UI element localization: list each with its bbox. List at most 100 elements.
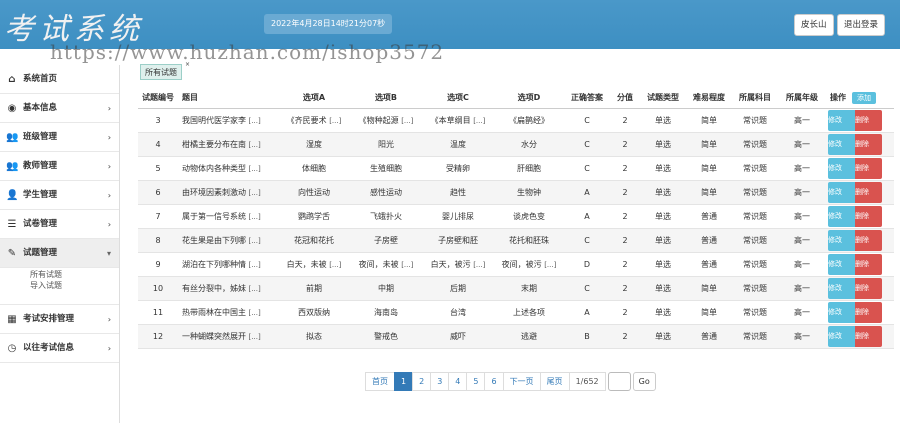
column-header: 选项C: [422, 88, 494, 109]
edit-button[interactable]: 修改: [828, 109, 855, 131]
edit-button[interactable]: 修改: [828, 301, 855, 323]
add-button[interactable]: 添加: [852, 91, 876, 104]
edit-button[interactable]: 修改: [828, 277, 855, 299]
page-button[interactable]: 6: [484, 372, 504, 391]
cell-text: 高一: [794, 283, 810, 293]
page-button[interactable]: 2: [412, 372, 432, 391]
delete-button[interactable]: 删除: [855, 205, 882, 227]
cell-text: 趋性: [450, 187, 466, 197]
last-page-button[interactable]: 尾页: [539, 372, 570, 391]
user-button[interactable]: 皮长山: [794, 14, 834, 36]
go-button[interactable]: Go: [632, 372, 656, 391]
cell-text: 夜间，未被: [358, 259, 399, 269]
edit-button[interactable]: 修改: [828, 229, 855, 251]
expand-link[interactable]: [...]: [249, 141, 261, 149]
edit-button[interactable]: 修改: [828, 205, 855, 227]
sidebar-item[interactable]: 👥 教师管理 ›: [0, 152, 119, 181]
cell-text: 常识题: [743, 115, 767, 125]
expand-link[interactable]: [...]: [249, 333, 261, 341]
expand-link[interactable]: [...]: [249, 237, 261, 245]
sidebar-item[interactable]: ◉ 基本信息 ›: [0, 94, 119, 123]
delete-button[interactable]: 删除: [855, 253, 882, 275]
expand-link[interactable]: [...]: [249, 285, 261, 293]
expand-link[interactable]: [...]: [473, 117, 485, 125]
expand-link[interactable]: [...]: [249, 117, 261, 125]
expand-link[interactable]: [...]: [473, 261, 485, 269]
submenu-item[interactable]: 所有试题: [30, 269, 119, 280]
expand-link[interactable]: [...]: [401, 117, 413, 125]
column-header: 试题类型: [640, 88, 686, 109]
cell-title: 湖泊在下列哪种情 [...]: [178, 252, 278, 277]
cell-text: 警戒色: [374, 331, 398, 341]
page-jump-input[interactable]: [607, 372, 631, 391]
cell-actions: 修改 删除: [826, 108, 894, 133]
sidebar-item[interactable]: ◷ 以往考试信息 ›: [0, 334, 119, 363]
page-button[interactable]: 1: [394, 372, 414, 391]
delete-button[interactable]: 删除: [855, 109, 882, 131]
expand-link[interactable]: [...]: [249, 309, 261, 317]
tab-close-icon[interactable]: ×: [185, 61, 190, 68]
cell-text: 单选: [655, 331, 671, 341]
delete-button[interactable]: 删除: [855, 301, 882, 323]
cell-text: 2: [622, 163, 628, 173]
sidebar-item-label: 系统首页: [23, 74, 58, 84]
column-header: 试题编号: [138, 88, 178, 109]
cell-subject: 常识题: [732, 228, 778, 253]
edit-button[interactable]: 修改: [828, 157, 855, 179]
expand-link[interactable]: [...]: [249, 261, 261, 269]
cell-level: 简单: [686, 132, 732, 157]
cell-text: 高一: [794, 211, 810, 221]
clock-icon: ◷: [7, 343, 17, 354]
delete-button[interactable]: 删除: [855, 181, 882, 203]
home-icon: ⌂: [8, 74, 16, 85]
expand-link[interactable]: [...]: [401, 261, 413, 269]
page-button[interactable]: 5: [466, 372, 486, 391]
page-button[interactable]: 3: [430, 372, 450, 391]
column-header-label: 试题编号: [142, 93, 174, 103]
expand-link[interactable]: [...]: [329, 261, 341, 269]
page-button[interactable]: 4: [448, 372, 468, 391]
edit-button[interactable]: 修改: [828, 133, 855, 155]
edit-button[interactable]: 修改: [828, 325, 855, 347]
delete-button[interactable]: 删除: [855, 133, 882, 155]
cell-level: 简单: [686, 156, 732, 181]
cell-c: 温度: [422, 132, 494, 157]
sidebar-item[interactable]: ✎ 试题管理 ▾: [0, 239, 119, 268]
info-icon: ◉: [7, 103, 17, 114]
expand-link[interactable]: [...]: [544, 261, 556, 269]
delete-button[interactable]: 删除: [855, 325, 882, 347]
edit-button[interactable]: 修改: [828, 253, 855, 275]
expand-link[interactable]: [...]: [249, 213, 261, 221]
submenu-item[interactable]: 导入试题: [30, 280, 119, 291]
cell-text: 单选: [655, 259, 671, 269]
first-page-button[interactable]: 首页: [365, 372, 395, 391]
cell-text: 水分: [521, 139, 537, 149]
sidebar-item[interactable]: ☰ 试卷管理 ›: [0, 210, 119, 239]
expand-link[interactable]: [...]: [249, 189, 261, 197]
delete-button[interactable]: 删除: [855, 157, 882, 179]
delete-button[interactable]: 删除: [855, 277, 882, 299]
sidebar-item[interactable]: 👤 学生管理 ›: [0, 181, 119, 210]
cell-text: 9: [155, 259, 161, 269]
cell-level: 普通: [686, 324, 732, 349]
logout-button[interactable]: 退出登录: [837, 14, 886, 36]
next-page-button[interactable]: 下一页: [502, 372, 541, 391]
cell-text: 白天，被污: [430, 259, 471, 269]
expand-link[interactable]: [...]: [329, 117, 341, 125]
sidebar-item[interactable]: ▦ 考试安排管理 ›: [0, 305, 119, 334]
delete-button[interactable]: 删除: [855, 229, 882, 251]
cell-score: 2: [610, 276, 640, 301]
expand-link[interactable]: [...]: [249, 165, 261, 173]
sidebar-item[interactable]: 👥 班级管理 ›: [0, 123, 119, 152]
cell-text: 高一: [794, 115, 810, 125]
cell-text: 拟态: [306, 331, 322, 341]
cell-title: 热带雨林在中国主 [...]: [178, 300, 278, 325]
tab-all-questions[interactable]: 所有试题: [140, 64, 182, 80]
edit-button[interactable]: 修改: [828, 181, 855, 203]
sidebar-item[interactable]: ⌂ 系统首页: [0, 65, 119, 94]
chevron-right-icon: ›: [107, 162, 111, 171]
cell-text: 子房壁: [374, 235, 398, 245]
column-header-label: 所属年级: [786, 93, 818, 103]
column-header: 分值: [610, 88, 640, 109]
cell-actions: 修改 删除: [826, 156, 894, 181]
